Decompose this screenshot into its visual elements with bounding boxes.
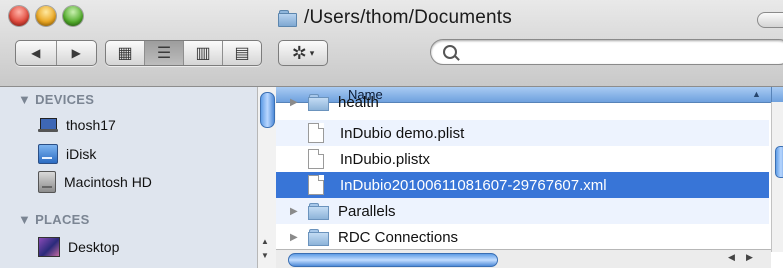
document-icon (308, 149, 324, 169)
scroll-down-arrow-icon[interactable]: ▼ (261, 251, 269, 260)
sidebar-item-label: thosh17 (66, 117, 116, 133)
toolbar-toggle-button[interactable] (757, 12, 783, 28)
list-item-label: health (338, 93, 379, 111)
zoom-window-button[interactable] (63, 6, 83, 26)
sidebar-header-devices[interactable]: ▼ DEVICES (18, 92, 94, 107)
column-divider[interactable] (771, 87, 772, 102)
desktop-icon (38, 237, 60, 257)
horizontal-scroll-thumb[interactable] (288, 253, 498, 267)
minimize-window-button[interactable] (36, 6, 56, 26)
vertical-scroll-thumb[interactable] (775, 146, 783, 178)
list-item-label: InDubio demo.plist (340, 124, 465, 142)
vertical-scrollbar[interactable] (771, 102, 783, 252)
list-item-label: InDubio.plistx (340, 150, 431, 168)
hard-drive-icon (38, 171, 56, 193)
window-titlebar: /Users/thom/Documents ◀ ▶ ▦ ☰ ▥ ▤ ✲ ▾ (0, 0, 783, 87)
folder-icon (308, 229, 329, 246)
window-path: /Users/thom/Documents (304, 7, 512, 28)
file-list: Name ▲ ▶ health InDubio demo.plist InDub… (276, 87, 783, 268)
folder-icon (308, 94, 329, 111)
search-icon (443, 45, 457, 59)
scroll-left-arrow-icon[interactable]: ◀ (728, 252, 735, 263)
coverflow-view-button[interactable]: ▤ (223, 41, 261, 65)
icon-view-button[interactable]: ▦ (106, 41, 145, 65)
sidebar-item-thosh17[interactable]: thosh17 (38, 117, 116, 133)
sidebar: ▼ DEVICES thosh17 iDisk Macintosh HD ▼ P… (0, 87, 276, 268)
horizontal-scrollbar[interactable]: ◀ ▶ (276, 249, 771, 268)
sidebar-item-label: Macintosh HD (64, 174, 152, 190)
folder-icon (308, 203, 329, 220)
list-item-label: InDubio20100611081607-29767607.xml (340, 176, 607, 194)
sidebar-item-desktop[interactable]: Desktop (38, 237, 119, 257)
folder-icon (278, 10, 297, 27)
document-icon (308, 175, 324, 195)
list-item-parallels[interactable]: ▶ Parallels (276, 198, 769, 224)
view-mode-buttons: ▦ ☰ ▥ ▤ (105, 40, 262, 66)
list-item-label: RDC Connections (338, 228, 459, 246)
sidebar-item-idisk[interactable]: iDisk (38, 144, 96, 164)
sidebar-item-label: Desktop (68, 239, 120, 255)
laptop-icon (38, 118, 58, 132)
scroll-up-arrow-icon[interactable]: ▲ (261, 237, 269, 246)
navigation-buttons: ◀ ▶ (15, 40, 97, 66)
gear-icon: ✲ (291, 42, 307, 63)
disclosure-triangle-icon[interactable]: ▶ (290, 97, 300, 108)
scroll-right-arrow-icon[interactable]: ▶ (746, 252, 753, 263)
action-menu-button[interactable]: ✲ ▾ (278, 40, 328, 66)
idisk-icon (38, 144, 58, 164)
sidebar-item-macintosh-hd[interactable]: Macintosh HD (38, 171, 152, 193)
sidebar-item-label: iDisk (66, 146, 97, 162)
close-window-button[interactable] (9, 6, 29, 26)
list-view-button[interactable]: ☰ (145, 41, 184, 65)
list-item-rdc-connections[interactable]: ▶ RDC Connections (276, 224, 769, 250)
back-button[interactable]: ◀ (16, 41, 57, 65)
list-item-health[interactable]: ▶ health (276, 89, 769, 115)
list-item[interactable]: InDubio.plistx (276, 146, 769, 172)
search-input[interactable] (463, 43, 777, 63)
forward-button[interactable]: ▶ (57, 41, 97, 65)
disclosure-triangle-icon[interactable]: ▶ (290, 232, 300, 243)
sidebar-scrollbar[interactable]: ▲ ▼ (257, 87, 276, 268)
list-item-label: Parallels (338, 202, 396, 220)
list-item-selected[interactable]: InDubio20100611081607-29767607.xml (276, 172, 769, 198)
list-item[interactable]: InDubio demo.plist (276, 120, 769, 146)
chevron-down-icon: ▾ (309, 47, 315, 58)
column-view-button[interactable]: ▥ (184, 41, 223, 65)
disclosure-triangle-icon[interactable]: ▶ (290, 206, 300, 217)
sidebar-header-places[interactable]: ▼ PLACES (18, 212, 90, 227)
window-title: /Users/thom/Documents (278, 4, 512, 32)
document-icon (308, 123, 324, 143)
sidebar-scroll-thumb[interactable] (260, 92, 275, 128)
search-field[interactable] (430, 39, 783, 65)
